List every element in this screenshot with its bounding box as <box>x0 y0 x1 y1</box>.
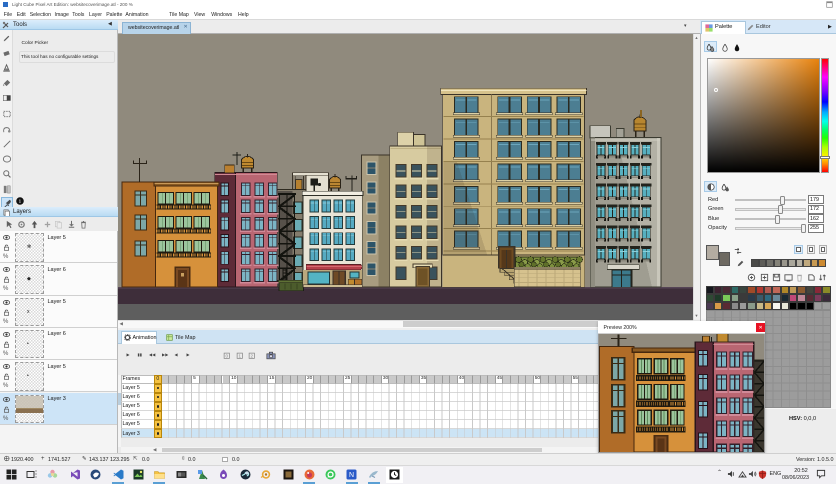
svg-text:2: 2 <box>250 353 253 358</box>
svg-text:0: 0 <box>225 353 228 358</box>
svg-text:1: 1 <box>238 353 241 358</box>
svg-text:N: N <box>349 472 354 479</box>
